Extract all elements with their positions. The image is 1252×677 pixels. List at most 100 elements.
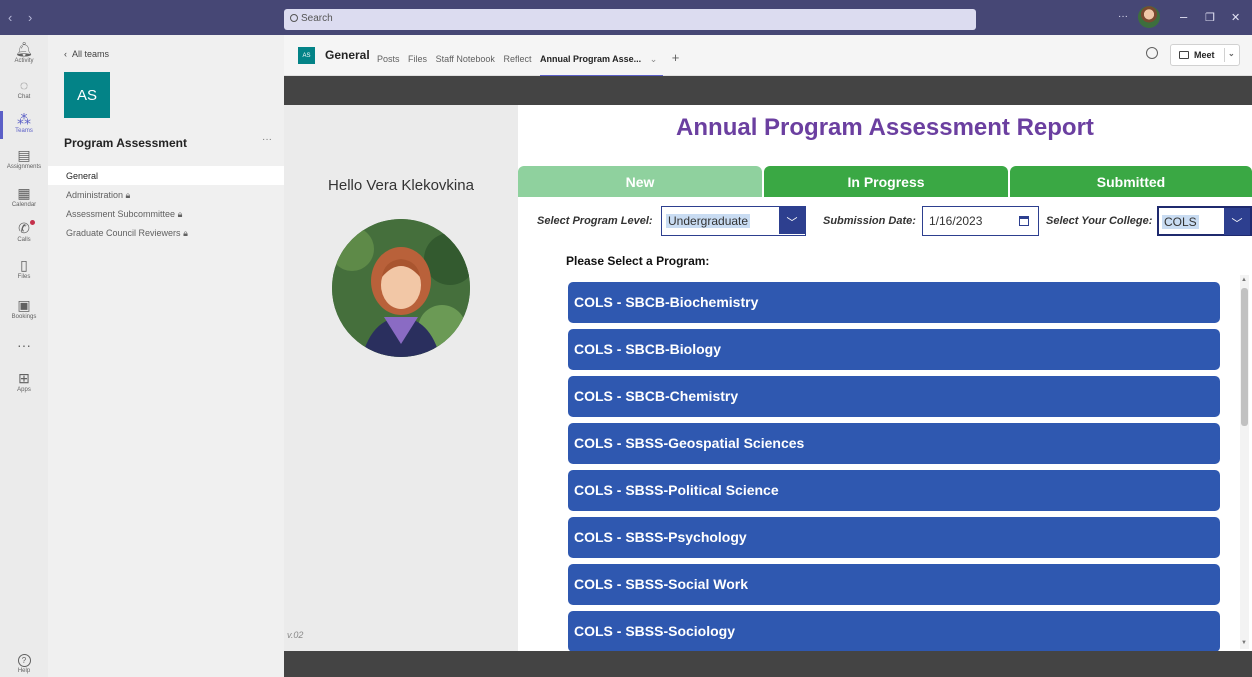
search-icon [290,14,298,22]
program-button[interactable]: COLS - SBCB-Biochemistry [568,282,1220,323]
channel-administration[interactable]: Administration 🔒︎ [48,185,284,204]
channel-label: General [66,171,99,181]
channel-assessment-subcommittee[interactable]: Assessment Subcommittee 🔒︎ [48,204,284,223]
rail-calendar[interactable]: ▦ Calendar [0,185,48,208]
more-icon: ··· [17,337,31,353]
program-level-value: Undergraduate [666,214,751,228]
calendar-icon[interactable] [1019,216,1029,226]
file-icon: ▯ [20,257,28,273]
channel-header: AS General Posts Files Staff Notebook Re… [284,35,1252,76]
channel-list: General Administration 🔒︎ Assessment Sub… [48,166,284,242]
help-button[interactable]: ? Help [0,650,48,674]
all-teams-link[interactable]: ‹ All teams [64,49,109,59]
tab-in-progress[interactable]: In Progress [764,166,1008,197]
tab-files[interactable]: Files [408,54,427,64]
tab-new[interactable]: New [518,166,762,197]
select-program-label: Please Select a Program: [566,254,710,268]
rail-label: Teams [15,128,33,134]
bookings-icon: ▣ [17,297,31,313]
teams-window: ‹ › Search ··· – ❐ ✕ 🔔︎ Activity ◌ Chat … [0,0,1252,677]
channel-graduate-council-reviewers[interactable]: Graduate Council Reviewers 🔒︎ [48,223,284,242]
restore-button[interactable]: ❐ [1205,11,1215,24]
report-title: Annual Program Assessment Report [676,114,1094,141]
rail-bookings[interactable]: ▣ Bookings [0,297,48,320]
chevron-down-icon: ﹀ [1224,208,1250,235]
close-button[interactable]: ✕ [1231,11,1240,24]
tab-reflect[interactable]: Reflect [503,54,531,64]
program-level-label: Select Program Level: [537,215,653,227]
college-dropdown[interactable]: COLS ﹀ [1157,206,1252,236]
version-label: v.02 [287,630,304,640]
video-camera-icon [1179,51,1189,59]
power-app: Hello Vera Klekovkina v.02 Annual Progra… [284,105,1252,652]
channel-avatar: AS [298,47,315,64]
team-more-button[interactable]: ··· [262,134,272,145]
minimize-button[interactable]: – [1180,9,1187,24]
meet-label: Meet [1194,50,1215,60]
program-button[interactable]: COLS - SBSS-Political Science [568,470,1220,511]
rail-label: Chat [17,94,31,100]
rail-label: Bookings [11,314,37,320]
app-frame-top [284,76,1252,105]
app-frame-bottom [284,651,1252,677]
notification-dot [30,220,35,225]
tab-label: Annual Program Asse... [539,54,642,64]
assignments-icon: ▤ [17,147,31,163]
rail-label: Assignments [6,164,42,170]
chevron-down-icon[interactable]: ⌄ [1228,49,1235,58]
scrollbar-thumb[interactable] [1241,288,1248,426]
tab-annual-program-assessment[interactable]: Annual Program Asse... ⌄ [540,54,663,64]
profile-photo [332,219,470,357]
all-teams-label: All teams [72,49,110,59]
search-input[interactable]: Search [284,9,976,30]
rail-activity[interactable]: 🔔︎ Activity [0,41,48,64]
program-level-dropdown[interactable]: Undergraduate ﹀ [661,206,806,236]
meet-button[interactable]: Meet ⌄ [1170,44,1240,66]
search-placeholder: Search [301,13,333,24]
tab-submitted[interactable]: Submitted [1010,166,1252,197]
channel-general[interactable]: General [48,166,284,185]
rail-assignments[interactable]: ▤ Assignments [0,147,48,170]
user-avatar[interactable] [1138,6,1160,28]
history-nav[interactable]: ‹ › [8,10,38,25]
channel-name: General [325,48,370,62]
conversation-icon[interactable] [1146,47,1158,59]
tab-posts[interactable]: Posts [377,54,400,64]
rail-label: Apps [17,387,31,393]
rail-chat[interactable]: ◌ Chat [0,77,48,100]
program-button[interactable]: COLS - SBCB-Chemistry [568,376,1220,417]
add-tab-button[interactable]: + [672,50,680,65]
scroll-up-icon[interactable]: ▲ [1241,277,1247,283]
program-button[interactable]: COLS - SBCB-Biology [568,329,1220,370]
teams-icon: ⁂ [17,111,31,127]
phone-icon: ✆ [18,220,30,236]
scroll-down-icon[interactable]: ▼ [1241,640,1247,646]
program-button[interactable]: COLS - SBSS-Geospatial Sciences [568,423,1220,464]
divider [1224,48,1225,62]
chat-icon: ◌ [19,77,29,93]
bell-icon: 🔔︎ [15,41,33,57]
rail-label: Files [17,274,31,280]
submission-date-value: 1/16/2023 [929,214,983,228]
tab-staff-notebook[interactable]: Staff Notebook [436,54,495,64]
channel-tabs: Posts Files Staff Notebook Reflect Annua… [377,50,685,65]
greeting: Hello Vera Klekovkina [328,177,474,194]
program-button[interactable]: COLS - SBSS-Psychology [568,517,1220,558]
rail-files[interactable]: ▯ Files [0,257,48,280]
program-button[interactable]: COLS - SBSS-Social Work [568,564,1220,605]
rail-label: Calls [17,237,31,243]
help-label: Help [17,668,31,674]
college-value: COLS [1162,215,1199,229]
lock-icon: 🔒︎ [125,190,131,200]
team-avatar: AS [64,72,110,118]
rail-teams[interactable]: ⁂ Teams [0,111,48,139]
rail-calls[interactable]: ✆ Calls [0,220,48,243]
rail-more[interactable]: ··· [0,337,48,353]
apps-icon: ⊞ [18,370,30,386]
more-options-button[interactable]: ··· [1118,11,1128,22]
team-panel: ‹ All teams AS Program Assessment ··· Ge… [48,35,284,677]
rail-apps[interactable]: ⊞ Apps [0,370,48,393]
program-button[interactable]: COLS - SBSS-Sociology [568,611,1220,652]
chevron-down-icon: ﹀ [779,207,805,234]
lock-icon: 🔒︎ [183,228,188,238]
